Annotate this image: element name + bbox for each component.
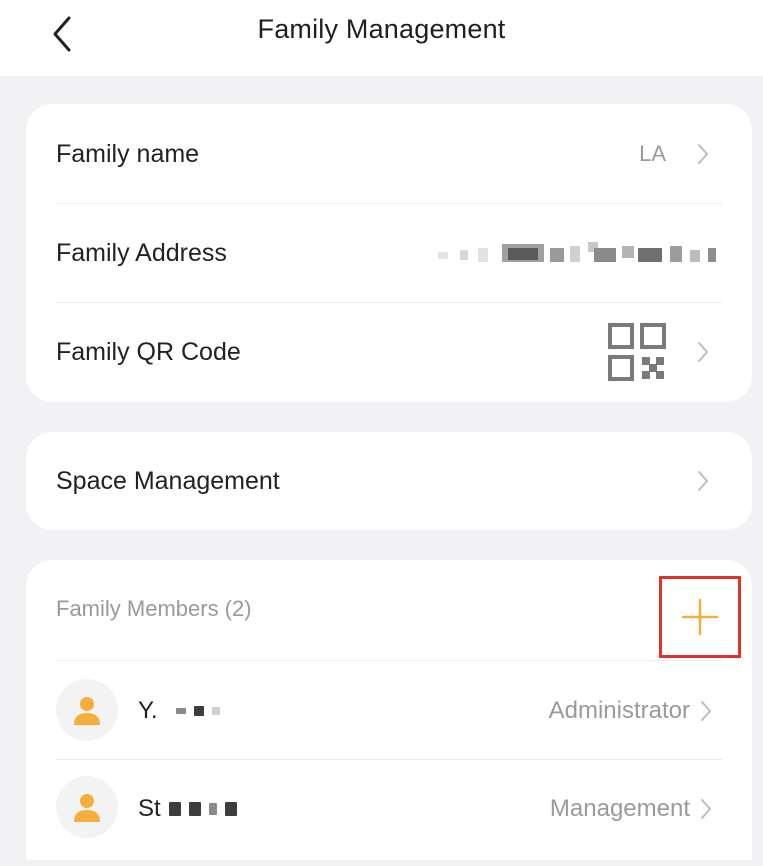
space-management-row[interactable]: Space Management: [26, 432, 752, 530]
member-role: Administrator: [548, 697, 690, 724]
member-name: St: [138, 795, 237, 823]
user-avatar-icon: [56, 776, 118, 838]
redacted-text: [188, 802, 201, 816]
space-management-card: Space Management: [26, 432, 752, 530]
redacted-text: [211, 707, 220, 715]
family-name-value: LA: [639, 141, 666, 166]
chevron-right-icon: [698, 796, 714, 822]
member-row[interactable]: Y. Administrator: [26, 661, 752, 759]
family-address-label: Family Address: [56, 238, 227, 267]
top-bar: Family Management: [0, 0, 763, 76]
qr-code-icon: [608, 323, 666, 381]
member-name: Y.: [138, 697, 220, 725]
family-address-row[interactable]: Family Address: [26, 204, 752, 302]
member-role: Management: [549, 795, 690, 822]
plus-icon: [681, 598, 719, 636]
chevron-right-icon: [694, 141, 712, 167]
redacted-text: [193, 706, 204, 716]
chevron-right-icon: [698, 698, 714, 724]
redacted-text: [224, 802, 237, 816]
family-members-title: Family Members (2): [56, 596, 252, 621]
family-qr-row[interactable]: Family QR Code: [26, 302, 752, 402]
redacted-text: [168, 802, 181, 816]
add-member-button[interactable]: [659, 576, 741, 658]
redacted-address: [438, 242, 716, 262]
chevron-right-icon: [694, 468, 712, 494]
page-title: Family Management: [257, 14, 506, 44]
redacted-text: [175, 708, 186, 714]
family-name-label: Family name: [56, 139, 200, 168]
space-management-label: Space Management: [56, 466, 280, 495]
family-qr-label: Family QR Code: [56, 337, 241, 366]
family-info-card: Family name LA Family Address Family QR …: [26, 104, 752, 402]
redacted-text: [208, 803, 217, 815]
chevron-right-icon: [694, 339, 712, 365]
family-name-row[interactable]: Family name LA: [26, 104, 752, 204]
user-avatar-icon: [56, 679, 118, 741]
member-row[interactable]: St Management: [26, 760, 752, 860]
family-members-card: Family Members (2) Y. Administrator St M…: [26, 560, 752, 860]
